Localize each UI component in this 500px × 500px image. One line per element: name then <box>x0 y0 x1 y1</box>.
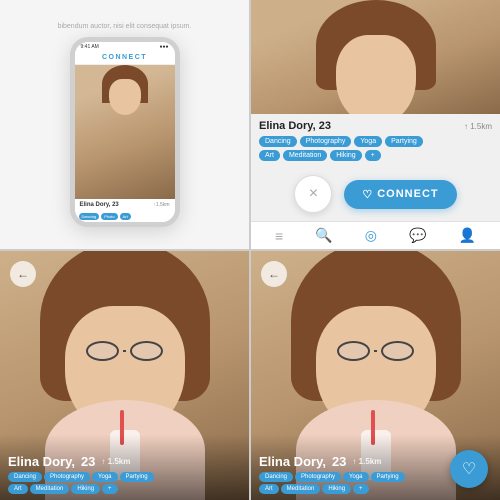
phone-signal: ●●● <box>159 44 168 50</box>
card-tag-dancing: Dancing <box>259 136 297 147</box>
br-tag-yoga: Yoga <box>343 472 368 482</box>
br-tag-meditation: Meditation <box>281 484 321 494</box>
phone-name: Elina Dory, 23 <box>80 202 119 208</box>
phone-face-shape <box>109 79 141 115</box>
card-person-name: Elina Dory, 23 <box>259 120 331 132</box>
card-face-shape <box>336 35 416 114</box>
br-tags-row2: Art Meditation Hiking + <box>259 484 492 494</box>
br-lens-left <box>337 341 370 361</box>
phone-status-bar: 9:41 AM ●●● <box>75 42 175 52</box>
card-name-row: Elina Dory, 23 ↑ 1.5km <box>251 114 500 134</box>
card-tag-meditation: Meditation <box>283 150 327 161</box>
bl-nose-bridge <box>123 350 127 352</box>
cell-top-left: bibendum auctor, nisi elit consequat ips… <box>0 0 249 249</box>
bl-tag-photography: Photography <box>44 472 90 482</box>
bl-tags-row2: Art Meditation Hiking + <box>8 484 241 494</box>
card-tags-row1: Dancing Photography Yoga Partying <box>251 134 500 150</box>
nav-search-icon[interactable]: 🔍 <box>315 227 332 244</box>
nav-menu-icon[interactable]: ≡ <box>275 228 283 244</box>
br-tag-more: + <box>353 484 369 494</box>
nav-chat-icon[interactable]: 💬 <box>409 227 426 244</box>
bl-lens-left <box>86 341 119 361</box>
dismiss-button[interactable]: × <box>294 175 332 213</box>
phone-time: 9:41 AM <box>81 44 99 50</box>
card-photo-area <box>251 0 500 114</box>
phone-image-area <box>75 65 175 199</box>
phone-tag-photo: Photo <box>101 213 117 220</box>
br-tag-hiking: Hiking <box>322 484 351 494</box>
bl-lens-right <box>130 341 163 361</box>
br-tag-dancing: Dancing <box>259 472 293 482</box>
phone-name-bar: Elina Dory, 23 ↑1.5km <box>75 199 175 211</box>
card-bottom-nav: ≡ 🔍 ◎ 💬 👤 <box>251 221 500 249</box>
heart-icon-connect: ♡ <box>362 188 373 201</box>
nav-profile-icon[interactable]: 👤 <box>458 227 475 244</box>
cell-top-right: Elina Dory, 23 ↑ 1.5km Dancing Photograp… <box>251 0 500 249</box>
full-photo-right: ← Elina Dory, 23 ↑ 1.5km Dancing Photogr… <box>251 251 500 500</box>
card-tags-row2: Art Meditation Hiking + <box>251 150 500 167</box>
card-tag-art: Art <box>259 150 280 161</box>
br-back-button[interactable]: ← <box>261 261 287 287</box>
full-photo-left: ← Elina Dory, 23 ↑ 1.5km Dancing Photogr… <box>0 251 249 500</box>
phone-tag-art: Art <box>120 213 131 220</box>
phone-tag-dancing: Dancing <box>79 213 100 220</box>
bl-tag-hiking: Hiking <box>71 484 100 494</box>
bl-tag-more: + <box>102 484 118 494</box>
above-text: bibendum auctor, nisi elit consequat ips… <box>58 22 192 32</box>
phone-header: CONNECT <box>75 52 175 65</box>
card-action-row: × ♡ CONNECT <box>251 167 500 221</box>
phone-mockup: 9:41 AM ●●● CONNECT Elina Dory, 23 ↑1.5k… <box>70 37 180 227</box>
bl-person-name: Elina Dory, 23 ↑ 1.5km <box>8 454 241 469</box>
cell-bottom-left: ← Elina Dory, 23 ↑ 1.5km Dancing Photogr… <box>0 251 249 500</box>
phone-tags-row: Dancing Photo Art <box>75 211 175 222</box>
br-lens-right <box>381 341 414 361</box>
card-tag-hiking: Hiking <box>330 150 361 161</box>
phone-person-photo <box>75 65 175 199</box>
br-tag-photography: Photography <box>295 472 341 482</box>
bl-tag-dancing: Dancing <box>8 472 42 482</box>
br-tag-art: Art <box>259 484 279 494</box>
bl-bottom-info: Elina Dory, 23 ↑ 1.5km Dancing Photograp… <box>0 434 249 500</box>
br-nose-bridge <box>374 350 378 352</box>
card-distance: ↑ 1.5km <box>464 122 492 131</box>
phone-distance: ↑1.5km <box>153 202 169 208</box>
bl-tags: Dancing Photography Yoga Partying <box>8 472 241 482</box>
bl-tag-yoga: Yoga <box>92 472 117 482</box>
card-tag-more: + <box>365 150 381 161</box>
card-tag-yoga: Yoga <box>354 136 382 147</box>
bl-tag-art: Art <box>8 484 28 494</box>
br-tag-partying: Partying <box>371 472 405 482</box>
bl-glasses <box>86 341 164 361</box>
bl-back-button[interactable]: ← <box>10 261 36 287</box>
heart-fab-button[interactable]: ♡ <box>450 450 488 488</box>
nav-compass-icon[interactable]: ◎ <box>365 227 377 244</box>
cell-bottom-right: ← Elina Dory, 23 ↑ 1.5km Dancing Photogr… <box>251 251 500 500</box>
card-tag-partying: Partying <box>385 136 423 147</box>
bl-tag-partying: Partying <box>120 472 154 482</box>
br-glasses <box>337 341 415 361</box>
app-grid: bibendum auctor, nisi elit consequat ips… <box>0 0 500 500</box>
card-tag-photography: Photography <box>300 136 352 147</box>
connect-button[interactable]: ♡ CONNECT <box>344 180 456 209</box>
bl-tag-meditation: Meditation <box>30 484 70 494</box>
